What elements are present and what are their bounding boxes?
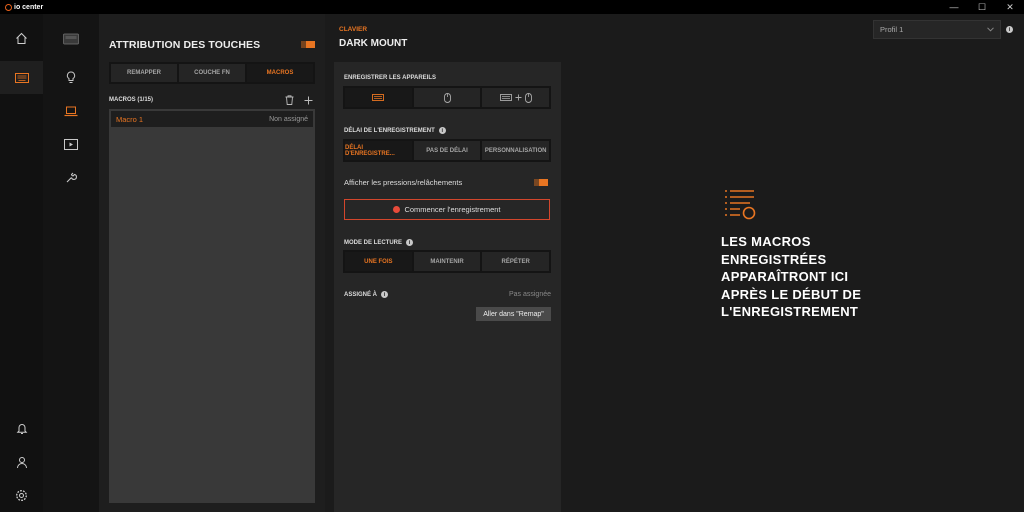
playback-mode-label: MODE DE LECTURE bbox=[344, 239, 403, 246]
recording-delay-heading: DÉLAI DE L'ENREGISTREMENT i bbox=[344, 127, 446, 134]
keyboard-icon bbox=[499, 94, 512, 101]
device-category: CLAVIER bbox=[339, 26, 368, 33]
macro-list: Macro 1 Non assigné bbox=[109, 109, 315, 503]
show-presses-toggle[interactable] bbox=[534, 179, 548, 186]
recording-delay-label: DÉLAI DE L'ENREGISTREMENT bbox=[344, 127, 435, 134]
wrench-icon[interactable] bbox=[43, 163, 99, 193]
mouse-device-option[interactable] bbox=[413, 88, 481, 107]
macro-editor-panel: CLAVIER DARK MOUNT ENREGISTRER LES APPAR… bbox=[325, 14, 570, 512]
home-icon[interactable] bbox=[0, 22, 43, 55]
tab-once[interactable]: UNE FOIS bbox=[345, 252, 412, 271]
tab-fn-layer[interactable]: COUCHE FN bbox=[179, 64, 245, 82]
playback-mode-heading: MODE DE LECTURE i bbox=[344, 239, 414, 246]
goto-remap-button[interactable]: Aller dans "Remap" bbox=[476, 307, 551, 321]
close-button[interactable]: ✕ bbox=[996, 0, 1024, 14]
device-nav bbox=[43, 14, 99, 512]
logo-icon bbox=[5, 3, 12, 11]
record-devices-tabs bbox=[343, 86, 551, 109]
tab-macros[interactable]: MACROS bbox=[247, 64, 313, 82]
tab-repeat[interactable]: RÉPÉTER bbox=[482, 252, 550, 271]
device-name: DARK MOUNT bbox=[339, 38, 408, 49]
plus-icon bbox=[515, 94, 522, 101]
laptop-icon[interactable] bbox=[43, 96, 99, 126]
empty-macros-message: LES MACROS ENREGISTRÉES APPARAÎTRONT ICI… bbox=[721, 234, 862, 319]
page-title: ATTRIBUTION DES TOUCHES bbox=[109, 39, 261, 51]
assigned-to-heading: ASSIGNÉ À i bbox=[344, 291, 389, 298]
tab-recording-delay[interactable]: DÉLAI D'ENREGISTRE... bbox=[345, 141, 412, 160]
keyboard-icon bbox=[372, 94, 385, 101]
minimize-button[interactable]: — bbox=[940, 0, 968, 14]
chevron-down-icon bbox=[987, 27, 994, 32]
delay-tabs: DÉLAI D'ENREGISTRE... PAS DE DÉLAI PERSO… bbox=[343, 139, 551, 162]
add-macro-icon[interactable] bbox=[302, 94, 314, 106]
trash-icon[interactable] bbox=[283, 94, 295, 106]
main-rail bbox=[0, 14, 43, 512]
bulb-icon[interactable] bbox=[43, 62, 99, 92]
tab-remapper[interactable]: REMAPPER bbox=[111, 64, 177, 82]
user-icon[interactable] bbox=[0, 446, 43, 479]
show-presses-label: Afficher les pressions/relâchements bbox=[344, 178, 463, 187]
macro-list-icon bbox=[724, 189, 758, 226]
info-icon[interactable]: i bbox=[1006, 26, 1013, 33]
display-icon[interactable] bbox=[43, 129, 99, 159]
assigned-to-value: Pas assignée bbox=[508, 291, 551, 298]
record-devices-label: ENREGISTRER LES APPAREILS bbox=[344, 75, 437, 81]
assignment-tabs: REMAPPER COUCHE FN MACROS bbox=[109, 62, 315, 84]
record-icon bbox=[393, 206, 401, 213]
profile-value: Profil 1 bbox=[880, 25, 904, 34]
start-recording-label: Commencer l'enregistrement bbox=[404, 205, 501, 214]
key-assignment-panel: ATTRIBUTION DES TOUCHES REMAPPER COUCHE … bbox=[99, 14, 325, 512]
playback-tabs: UNE FOIS MAINTENIR RÉPÉTER bbox=[343, 250, 551, 273]
macro-name: Macro 1 bbox=[116, 114, 144, 124]
info-icon[interactable]: i bbox=[381, 291, 389, 298]
keyboard-icon[interactable] bbox=[0, 61, 43, 94]
macro-assignment: Non assigné bbox=[269, 115, 308, 123]
maximize-button[interactable]: ☐ bbox=[968, 0, 996, 14]
tab-no-delay[interactable]: PAS DE DÉLAI bbox=[413, 141, 481, 160]
app-logo: io center bbox=[5, 3, 44, 11]
list-item[interactable]: Macro 1 Non assigné bbox=[111, 111, 313, 127]
assignment-toggle[interactable] bbox=[301, 41, 315, 48]
bell-icon[interactable] bbox=[0, 412, 43, 445]
start-recording-button[interactable]: Commencer l'enregistrement bbox=[344, 199, 550, 220]
macros-count: MACROS (1/15) bbox=[109, 97, 154, 103]
info-icon[interactable]: i bbox=[406, 239, 414, 246]
title-bar: io center — ☐ ✕ bbox=[0, 0, 1024, 14]
mouse-icon bbox=[524, 92, 532, 103]
app-title: io center bbox=[14, 3, 44, 11]
tab-custom-delay[interactable]: PERSONNALISATION bbox=[482, 141, 550, 160]
device-icon[interactable] bbox=[43, 24, 99, 54]
keyboard-mouse-device-option[interactable] bbox=[482, 88, 550, 107]
info-icon[interactable]: i bbox=[438, 127, 446, 134]
macro-settings-card: ENREGISTRER LES APPAREILS DÉLAI DE L'ENR… bbox=[334, 62, 561, 512]
assigned-to-label: ASSIGNÉ À bbox=[344, 291, 378, 298]
tab-hold[interactable]: MAINTENIR bbox=[413, 252, 481, 271]
gear-icon[interactable] bbox=[0, 479, 43, 512]
keyboard-device-option[interactable] bbox=[345, 88, 412, 107]
profile-select[interactable]: Profil 1 bbox=[873, 20, 1001, 39]
mouse-icon bbox=[443, 92, 451, 103]
